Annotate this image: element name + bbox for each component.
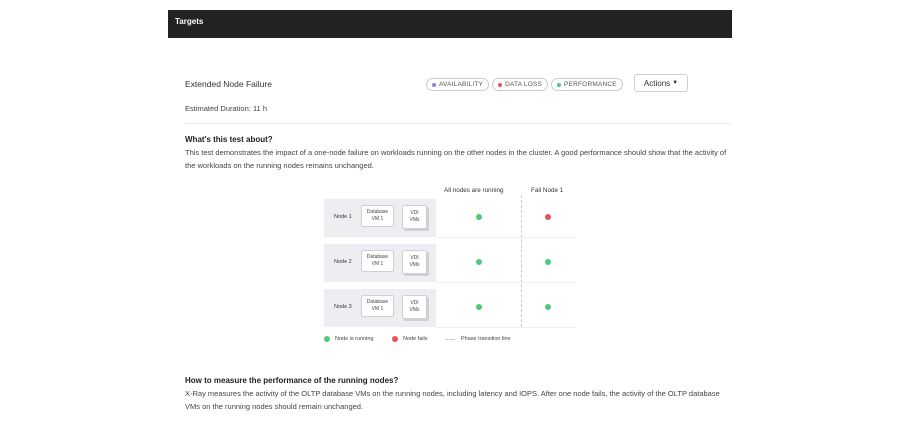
- node-label: Node 1: [334, 214, 352, 220]
- tag-label: DATA LOSS: [505, 81, 543, 88]
- availability-dot-icon: [432, 82, 436, 87]
- column-header-fail-node: Fail Node 1: [531, 187, 564, 194]
- tag-label: AVAILABILITY: [439, 81, 484, 88]
- vdi-vms-box: VDI VMs: [402, 295, 427, 319]
- column-header-all-running: All nodes are running: [444, 187, 504, 194]
- tag-label: PERFORMANCE: [564, 81, 617, 88]
- chevron-down-icon: ▼: [672, 80, 679, 86]
- node-row-1: Node 1 Database VM 1 VDI VMs: [324, 199, 436, 237]
- node-row-3: Node 3 Database VM 1 VDI VMs: [324, 289, 436, 327]
- node-3-running-dot-icon: [476, 304, 482, 310]
- node-row-2: Node 2 Database VM 1 VDI VMs: [324, 244, 436, 282]
- vdi-vms-box: VDI VMs: [402, 205, 427, 229]
- legend-label: Node fails: [403, 336, 428, 342]
- node-3-phase2-dot-icon: [545, 304, 551, 310]
- test-title: Extended Node Failure: [185, 79, 272, 89]
- tag-list: AVAILABILITY DATA LOSS PERFORMANCE: [426, 78, 623, 91]
- tag-data-loss: DATA LOSS: [492, 78, 549, 91]
- legend-label: Node is running: [335, 336, 374, 342]
- actions-label: Actions: [643, 78, 671, 88]
- legend-fails: Node fails: [392, 336, 427, 342]
- node-label: Node 3: [334, 304, 352, 310]
- phase-transition-line: [521, 195, 522, 327]
- measure-text: X-Ray measures the activity of the OLTP …: [185, 389, 720, 411]
- legend-running: Node is running: [324, 336, 374, 342]
- database-vm-box: Database VM 1: [361, 205, 394, 227]
- row-divider: [436, 237, 576, 238]
- row-divider: [436, 327, 576, 328]
- vdi-vms-box: VDI VMs: [402, 250, 427, 274]
- about-text: This test demonstrates the impact of a o…: [185, 148, 727, 170]
- node-1-phase2-dot-icon: [545, 214, 551, 220]
- actions-button[interactable]: Actions ▼: [634, 74, 688, 92]
- legend-label: Phase transition line: [461, 336, 511, 342]
- measure-heading: How to measure the performance of the ru…: [185, 376, 399, 385]
- node-1-running-dot-icon: [476, 214, 482, 220]
- page-title: Targets: [175, 17, 204, 26]
- database-vm-box: Database VM 1: [361, 295, 394, 317]
- data-loss-dot-icon: [498, 82, 503, 87]
- divider: [185, 123, 732, 124]
- database-vm-box: Database VM 1: [361, 250, 394, 272]
- tag-performance: PERFORMANCE: [551, 78, 623, 91]
- node-2-running-dot-icon: [476, 259, 482, 265]
- running-dot-icon: [324, 336, 330, 342]
- row-divider: [436, 282, 576, 283]
- node-2-phase2-dot-icon: [545, 259, 551, 265]
- estimated-duration: Estimated Duration: 11 h: [185, 104, 267, 113]
- failure-diagram: All nodes are running Fail Node 1 Node 1…: [324, 183, 576, 353]
- fails-dot-icon: [392, 336, 398, 342]
- tag-availability: AVAILABILITY: [426, 78, 490, 91]
- test-header: Extended Node Failure AVAILABILITY DATA …: [185, 76, 691, 92]
- node-label: Node 2: [334, 259, 352, 265]
- about-heading: What's this test about?: [185, 135, 273, 144]
- legend-phase: Phase transition line: [445, 336, 511, 342]
- top-bar: Targets: [168, 10, 732, 38]
- dashed-line-icon: [445, 338, 455, 340]
- performance-dot-icon: [557, 82, 562, 87]
